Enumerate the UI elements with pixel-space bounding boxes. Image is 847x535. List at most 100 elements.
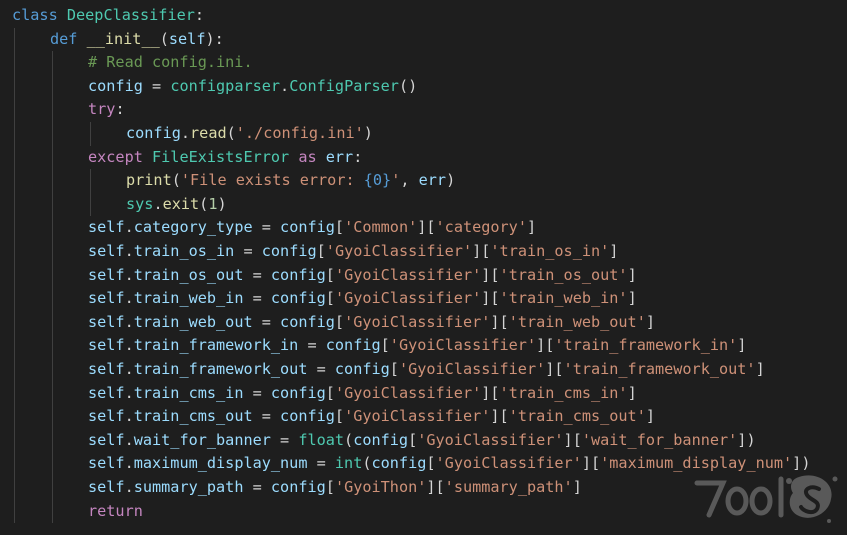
code-token: config	[126, 124, 181, 142]
code-token: ][	[481, 265, 500, 284]
code-token: (	[159, 29, 169, 48]
code-token: 'category'	[435, 218, 527, 237]
code-line[interactable]: try:	[88, 98, 125, 122]
code-token: 'GyoiClassifier'	[334, 265, 482, 284]
code-token: ,	[400, 171, 419, 190]
code-token: [	[316, 242, 326, 260]
code-token: [	[325, 289, 335, 308]
code-line[interactable]: def __init__(self):	[50, 28, 224, 52]
code-token: self	[88, 454, 125, 473]
code-token: configparser	[170, 76, 281, 95]
code-line[interactable]: print('File exists error: {0}', err)	[126, 169, 455, 193]
code-line[interactable]: self.wait_for_banner = float(config['Gyo…	[88, 429, 756, 453]
code-line[interactable]: self.train_cms_in = config['GyoiClassifi…	[88, 382, 637, 406]
code-token: [	[426, 454, 436, 473]
code-line[interactable]: config.read('./config.ini')	[126, 122, 373, 146]
code-token: self	[88, 336, 125, 355]
code-token: train_framework_in	[133, 336, 299, 355]
code-token: ][	[417, 218, 436, 237]
code-token: def	[50, 29, 87, 48]
indent-guide	[52, 51, 53, 524]
code-line[interactable]: return	[88, 500, 143, 524]
code-token: [	[325, 478, 335, 496]
code-line[interactable]: self.train_web_in = config['GyoiClassifi…	[88, 287, 637, 311]
code-token: self	[88, 289, 125, 308]
code-line[interactable]: except FileExistsError as err:	[88, 146, 362, 170]
code-token: config	[353, 430, 409, 449]
code-token: .	[124, 383, 134, 402]
code-line[interactable]: self.train_cms_out = config['GyoiClassif…	[88, 405, 655, 429]
indent-guide	[90, 169, 91, 217]
code-token: 'summary_path'	[444, 478, 573, 496]
code-token: ]	[627, 289, 637, 308]
code-token: self	[88, 430, 125, 449]
code-token: summary_path	[133, 478, 244, 496]
code-token: {0}	[363, 171, 392, 190]
code-token: =	[252, 218, 281, 237]
code-token: .	[124, 430, 134, 449]
code-token: ][	[490, 407, 509, 426]
code-token: (	[226, 124, 236, 142]
code-token: )	[446, 171, 456, 190]
code-token: =	[142, 76, 171, 95]
code-token: 'wait_for_banner'	[581, 430, 738, 449]
code-token: 'train_os_in'	[490, 242, 610, 260]
code-token: maximum_display_num	[133, 454, 308, 473]
code-token: self	[88, 218, 125, 237]
code-token: =	[298, 336, 326, 355]
code-token: return	[88, 501, 143, 520]
code-token: config	[261, 242, 317, 260]
code-token: (	[199, 194, 209, 213]
code-line[interactable]: class DeepClassifier:	[12, 4, 204, 28]
code-token: )	[363, 124, 373, 142]
code-token: ]	[609, 242, 619, 260]
code-token: self	[88, 383, 125, 402]
code-token: =	[252, 312, 281, 331]
code-token: as	[289, 147, 326, 166]
code-token: self	[88, 265, 125, 284]
code-token: (	[171, 171, 181, 190]
code-line[interactable]: # Read config.ini.	[88, 51, 253, 75]
code-token: 'GyoiClassifier'	[334, 383, 482, 402]
code-line[interactable]: sys.exit(1)	[126, 193, 227, 217]
code-token: ]	[627, 383, 637, 402]
tools-watermark-logo	[694, 475, 838, 523]
code-token: .	[180, 124, 191, 142]
code-token: '	[391, 171, 401, 190]
code-line[interactable]: self.summary_path = config['GyoiThon']['…	[88, 476, 582, 500]
code-line[interactable]: self.category_type = config['Common']['c…	[88, 216, 536, 240]
code-token: ][	[472, 242, 491, 260]
code-token: ]	[645, 312, 655, 331]
code-token: ][	[481, 289, 500, 308]
code-token: =	[243, 265, 271, 284]
code-line[interactable]: self.train_os_in = config['GyoiClassifie…	[88, 240, 618, 264]
code-token: :	[115, 100, 125, 119]
code-token: ]	[627, 265, 637, 284]
code-token: ][	[545, 360, 564, 378]
code-token: self	[88, 242, 125, 260]
code-token: .	[124, 360, 134, 378]
code-token: =	[243, 478, 271, 496]
code-line[interactable]: self.train_framework_in = config['GyoiCl…	[88, 334, 746, 358]
code-token: 'train_cms_out'	[508, 407, 646, 426]
code-token: 'train_framework_in'	[554, 336, 738, 355]
code-editor[interactable]: class DeepClassifier: def __init__(self):…	[0, 0, 847, 535]
code-line[interactable]: self.train_web_out = config['GyoiClassif…	[88, 311, 655, 335]
code-token: config	[371, 454, 427, 473]
code-token: 'GyoiClassifier'	[435, 454, 582, 473]
code-token: .	[280, 76, 290, 95]
code-line[interactable]: self.train_os_out = config['GyoiClassifi…	[88, 264, 637, 288]
code-line[interactable]: self.train_framework_out = config['GyoiC…	[88, 358, 765, 382]
code-line[interactable]: config = configparser.ConfigParser()	[88, 75, 417, 99]
code-token: ):	[205, 29, 224, 48]
code-token: './config.ini'	[235, 124, 364, 142]
code-token: self	[168, 29, 206, 48]
code-token: .	[124, 336, 134, 355]
code-token: 'GyoiClassifier'	[417, 430, 564, 449]
code-token: [	[325, 383, 335, 402]
code-token: 'GyoiClassifier'	[334, 289, 482, 308]
code-token: :	[194, 6, 205, 24]
code-token: FileExistsError	[152, 147, 290, 166]
code-token: try	[88, 100, 116, 119]
code-token: int	[334, 454, 363, 473]
